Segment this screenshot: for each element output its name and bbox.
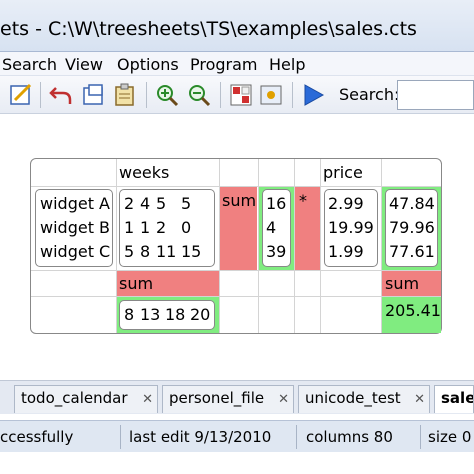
close-icon[interactable]: ✕ xyxy=(278,392,289,407)
status-size: size 0 xyxy=(428,428,472,446)
tab-label: todo_calendar xyxy=(21,389,128,407)
status-separator xyxy=(420,425,421,449)
close-icon[interactable]: ✕ xyxy=(142,392,153,407)
toolbar-separator xyxy=(292,82,293,108)
right-sum-label: sum xyxy=(385,274,420,293)
tab-unicode-test[interactable]: unicode_test ✕ xyxy=(298,385,430,413)
status-message: ccessfully xyxy=(0,428,74,446)
total-value: 77.61 xyxy=(389,242,435,261)
paste-icon[interactable] xyxy=(112,82,138,108)
tab-bar: todo_calendar ✕ personel_file ✕ unicode_… xyxy=(0,380,474,414)
grid-line xyxy=(31,186,441,187)
price-value: 19.99 xyxy=(328,218,374,237)
search-label: Search: xyxy=(339,85,400,104)
tab-sales[interactable]: sales xyxy=(434,385,474,413)
status-bar: ccessfully last edit 9/13/2010 columns 8… xyxy=(0,420,474,452)
widget-label: widget B xyxy=(40,218,111,237)
widget-label: widget A xyxy=(40,194,110,213)
toolbar-separator xyxy=(146,82,147,108)
column-sum-value: 8 xyxy=(124,305,135,324)
edit-icon[interactable] xyxy=(8,82,34,108)
row-sum-value: 4 xyxy=(266,218,277,237)
run-icon[interactable] xyxy=(300,82,326,108)
zoom-in-icon[interactable] xyxy=(154,82,180,108)
search-input[interactable] xyxy=(397,80,474,110)
menu-options[interactable]: Options xyxy=(117,55,179,74)
column-sums-box[interactable]: 8 13 18 20 xyxy=(119,300,215,330)
bottom-sum-label: sum xyxy=(119,274,154,293)
toolbar-separator xyxy=(40,82,41,108)
weeks-value: 2 xyxy=(156,218,167,237)
tab-todo-calendar[interactable]: todo_calendar ✕ xyxy=(14,385,158,413)
column-sum-value: 20 xyxy=(190,305,211,324)
prices-box[interactable]: 2.99 19.99 1.99 xyxy=(324,189,378,267)
close-icon[interactable]: ✕ xyxy=(414,392,425,407)
totals-box[interactable]: 47.84 79.96 77.61 xyxy=(385,189,438,267)
grid-line xyxy=(31,270,441,271)
price-value: 1.99 xyxy=(328,242,364,261)
menu-bar: Search View Options Program Help xyxy=(0,52,474,76)
tab-label: unicode_test xyxy=(305,389,401,407)
zoom-out-icon[interactable] xyxy=(186,82,212,108)
status-separator xyxy=(120,425,121,449)
menu-help[interactable]: Help xyxy=(269,55,305,74)
tab-label: personel_file xyxy=(169,389,265,407)
price-header: price xyxy=(323,163,363,182)
weeks-header: weeks xyxy=(119,163,170,182)
menu-search[interactable]: Search xyxy=(2,55,57,74)
undo-icon[interactable] xyxy=(48,82,74,108)
weeks-value: 8 xyxy=(140,242,151,261)
row-sums-box[interactable]: 16 4 39 xyxy=(262,189,291,267)
status-last-edit: last edit 9/13/2010 xyxy=(129,428,272,446)
weeks-box[interactable]: 2 4 5 5 1 1 2 0 5 8 11 15 xyxy=(119,189,215,267)
weeks-value: 11 xyxy=(156,242,177,261)
image-icon[interactable] xyxy=(258,82,284,108)
tab-label: sales xyxy=(441,389,473,407)
row-sum-value: 16 xyxy=(266,194,287,213)
weeks-value: 1 xyxy=(124,218,135,237)
title-bar: ets - C:\W\treesheets\TS\examples\sales.… xyxy=(0,0,474,52)
weeks-value: 5 xyxy=(156,194,167,213)
tab-personel-file[interactable]: personel_file ✕ xyxy=(162,385,294,413)
widgets-box[interactable]: widget A widget B widget C xyxy=(35,189,113,267)
bottom-strip xyxy=(0,452,474,474)
widget-label: widget C xyxy=(40,242,111,261)
weeks-value: 0 xyxy=(181,218,192,237)
column-sum-value: 18 xyxy=(165,305,186,324)
total-value: 79.96 xyxy=(389,218,435,237)
weeks-value: 2 xyxy=(124,194,135,213)
new-doc-icon[interactable] xyxy=(80,82,106,108)
toolbar-separator xyxy=(220,82,221,108)
window-title: ets - C:\W\treesheets\TS\examples\sales.… xyxy=(0,18,417,40)
sales-grid[interactable]: weeks price widget A widget B widget C 2… xyxy=(30,158,442,334)
weeks-value: 5 xyxy=(124,242,135,261)
column-sum-value: 13 xyxy=(140,305,161,324)
weeks-value: 5 xyxy=(181,194,192,213)
total-value: 47.84 xyxy=(389,194,435,213)
grid-icon[interactable] xyxy=(228,82,254,108)
status-columns: columns 80 xyxy=(306,428,393,446)
status-separator xyxy=(296,425,297,449)
menu-view[interactable]: View xyxy=(65,55,103,74)
grid-line xyxy=(31,296,441,297)
multiply-sign: * xyxy=(299,191,307,210)
sum-label: sum xyxy=(222,191,257,210)
row-sum-value: 39 xyxy=(266,242,287,261)
grand-total-value: 205.41 xyxy=(385,301,441,320)
menu-program[interactable]: Program xyxy=(190,55,258,74)
weeks-value: 15 xyxy=(181,242,202,261)
weeks-value: 4 xyxy=(140,194,151,213)
price-value: 2.99 xyxy=(328,194,364,213)
weeks-value: 1 xyxy=(140,218,151,237)
